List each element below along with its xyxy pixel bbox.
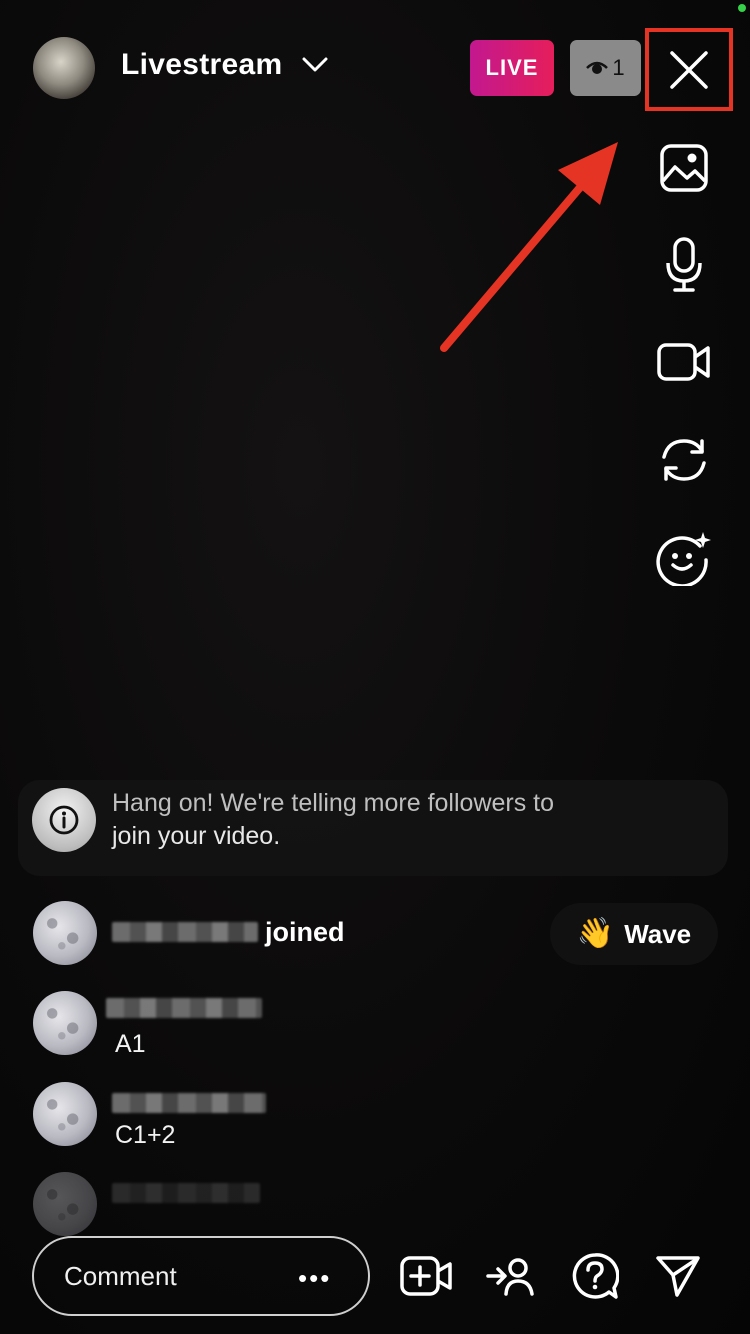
face-effects-icon (656, 532, 711, 586)
viewer-count: 1 (612, 55, 625, 80)
flip-camera-button[interactable] (654, 430, 714, 490)
info-line-1: Hang on! We're telling more followers to (112, 789, 555, 817)
microphone-button[interactable] (654, 235, 714, 295)
video-camera-icon (657, 343, 710, 381)
live-badge: LIVE (470, 40, 554, 96)
add-video-icon (400, 1256, 452, 1296)
joined-text: joined (265, 917, 345, 947)
question-icon (572, 1253, 619, 1299)
annotation-arrow (440, 142, 618, 352)
more-options-button[interactable]: ••• (298, 1263, 331, 1294)
invite-guest-button[interactable] (485, 1250, 537, 1302)
recording-indicator (738, 4, 746, 12)
send-button[interactable] (652, 1250, 704, 1302)
commenter-avatar[interactable] (33, 991, 97, 1055)
waving-hand-icon: 👋 (576, 917, 615, 950)
add-video-button[interactable] (400, 1250, 452, 1302)
invite-guest-icon (486, 1258, 534, 1296)
send-icon (656, 1256, 700, 1297)
image-button[interactable] (654, 138, 714, 198)
viewer-count-badge[interactable]: 1 (570, 40, 641, 96)
commenter-avatar[interactable] (33, 1172, 97, 1236)
image-icon (660, 144, 708, 192)
comment-placeholder: Comment (64, 1261, 177, 1291)
end-live-button[interactable] (645, 28, 733, 111)
commenter-avatar[interactable] (33, 1082, 97, 1146)
face-effects-button[interactable] (654, 528, 714, 588)
commenter-avatar[interactable] (33, 901, 97, 965)
close-icon (670, 50, 708, 89)
redacted-username (112, 1183, 260, 1203)
redacted-username (112, 922, 258, 942)
redacted-username (106, 998, 262, 1018)
flip-camera-icon (662, 439, 706, 481)
info-icon (32, 788, 96, 852)
stream-title[interactable]: Livestream (121, 48, 282, 82)
host-avatar[interactable] (33, 37, 95, 99)
wave-button[interactable]: 👋 Wave (550, 903, 718, 965)
video-camera-button[interactable] (654, 332, 714, 392)
comment-message: A1 (115, 1030, 146, 1058)
eye-icon (586, 61, 609, 74)
question-button[interactable] (569, 1250, 621, 1302)
info-line-2: join your video. (112, 822, 281, 850)
wave-label: Wave (624, 918, 692, 949)
redacted-username (112, 1093, 266, 1113)
video-preview (0, 0, 750, 1334)
chevron-down-icon[interactable] (302, 56, 328, 74)
microphone-icon (666, 237, 702, 292)
comment-message: C1+2 (115, 1121, 176, 1149)
info-message: Hang on! We're telling more followers to… (112, 787, 672, 853)
